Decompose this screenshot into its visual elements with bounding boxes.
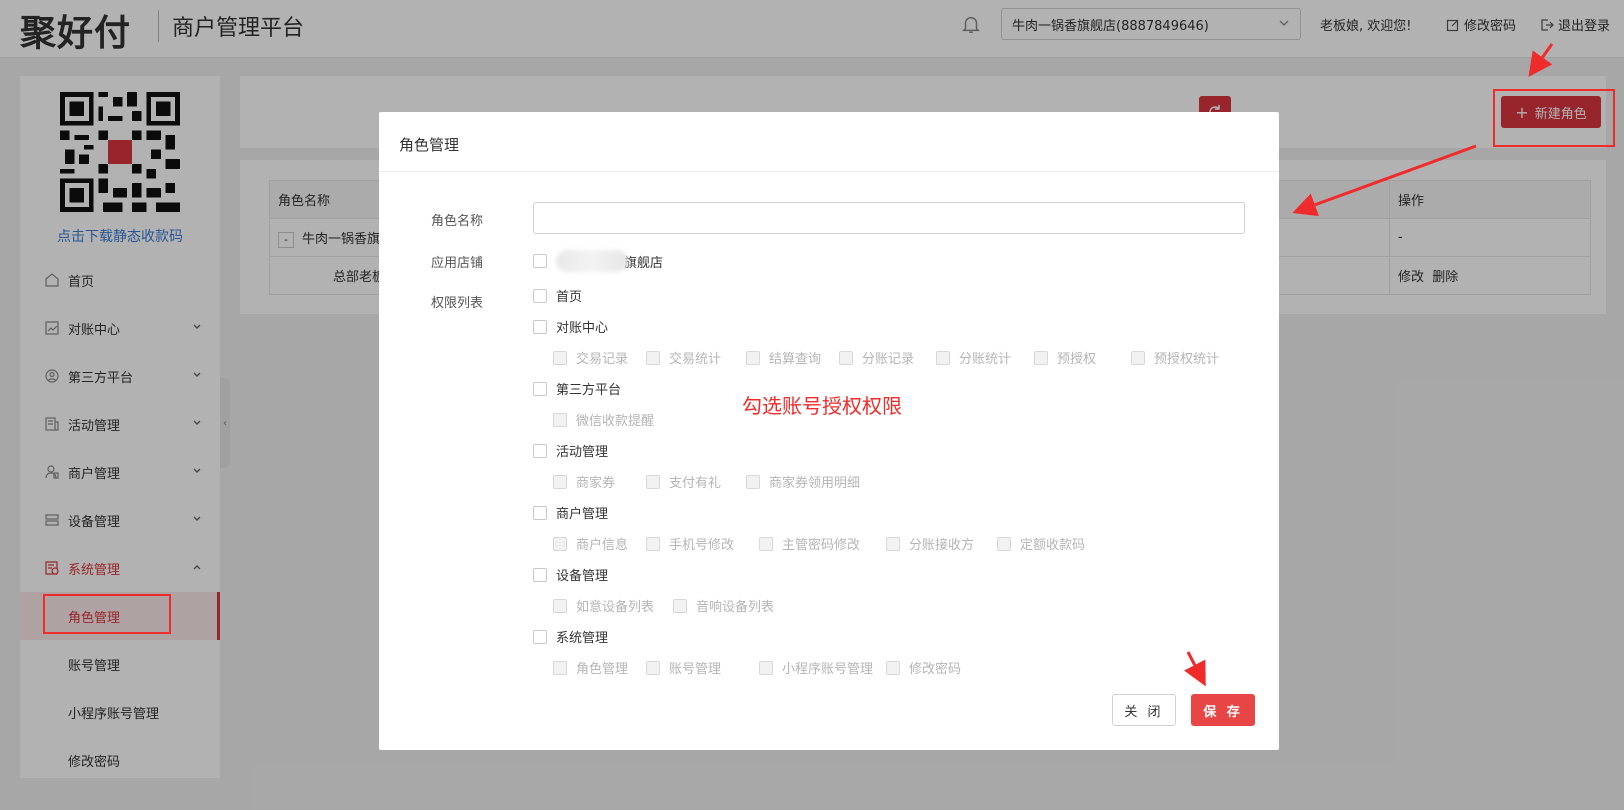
permission-item-checkbox[interactable]: 小程序账号管理 [759,658,873,677]
permission-item-checkbox[interactable]: 角色管理 [553,658,628,677]
checkbox[interactable] [533,381,547,396]
permission-item-checkbox[interactable]: 交易统计 [646,348,721,367]
checkbox[interactable] [533,288,547,303]
checkbox[interactable] [746,350,760,365]
permission-item-checkbox[interactable]: 定额收款码 [997,534,1085,553]
permission-item-checkbox[interactable]: 分账接收方 [886,534,974,553]
store-label: 应用店铺 [431,256,484,271]
permission-item-checkbox[interactable]: 修改密码 [886,658,961,677]
permission-item-checkbox[interactable]: 微信收款提醒 [553,410,654,429]
permission-item-checkbox[interactable]: 支付有礼 [646,472,721,491]
checkbox[interactable] [533,319,547,334]
checkbox[interactable] [759,660,773,675]
checkbox[interactable] [553,350,567,365]
checkbox[interactable] [553,598,567,613]
annotation-box-new-role [1493,89,1615,147]
checkbox[interactable] [533,567,547,582]
checkbox[interactable] [646,474,660,489]
permission-group-checkbox[interactable]: 第三方平台 [533,379,621,398]
permission-item-checkbox[interactable]: 结算查询 [746,348,821,367]
role-management-dialog: 角色管理 角色名称 应用店铺 权限列表 旗舰店首页对账中心交易记录 交易统计 结算查… [379,112,1279,750]
permission-item-checkbox[interactable]: 音响设备列表 [673,596,774,615]
permission-group-checkbox[interactable]: 商户管理 [533,503,608,522]
permission-group-checkbox[interactable]: 对账中心 [533,317,608,336]
dialog-divider [379,171,1279,172]
permission-item-checkbox[interactable]: 手机号修改 [646,534,734,553]
permission-item-checkbox[interactable]: 如意设备列表 [553,596,654,615]
role-name-label: 角色名称 [431,214,484,229]
checkbox[interactable] [673,598,687,613]
checkbox[interactable] [746,474,760,489]
checkbox[interactable] [646,536,660,551]
checkbox[interactable] [553,660,567,675]
permission-item-checkbox[interactable]: 商家券 [553,472,615,491]
checkbox[interactable] [553,536,567,551]
permission-item-checkbox[interactable]: 商户信息 [553,534,628,553]
checkbox[interactable] [646,660,660,675]
checkbox[interactable] [886,536,900,551]
permission-group-checkbox[interactable]: 首页 [533,286,582,305]
permission-list-label: 权限列表 [431,296,484,311]
save-button[interactable]: 保 存 [1191,694,1255,726]
redacted-store-name [556,250,628,272]
checkbox[interactable] [533,629,547,644]
checkbox[interactable] [997,536,1011,551]
checkbox[interactable] [553,474,567,489]
checkbox[interactable] [533,505,547,520]
permission-item-checkbox[interactable]: 预授权统计 [1131,348,1219,367]
permission-item-checkbox[interactable]: 分账记录 [839,348,914,367]
permission-group-checkbox[interactable]: 设备管理 [533,565,608,584]
checkbox[interactable] [759,536,773,551]
checkbox[interactable] [646,350,660,365]
checkbox[interactable] [533,443,547,458]
checkbox[interactable] [553,412,567,427]
permission-item-checkbox[interactable]: 分账统计 [936,348,1011,367]
permission-group-checkbox[interactable]: 系统管理 [533,627,608,646]
permission-item-checkbox[interactable]: 交易记录 [553,348,628,367]
checkbox[interactable] [533,254,547,268]
checkbox[interactable] [1034,350,1048,365]
annotation-box-role-menu [43,594,171,634]
store-option-checkbox[interactable]: 旗舰店 [533,250,663,272]
close-button[interactable]: 关 闭 [1112,694,1176,726]
permission-item-checkbox[interactable]: 账号管理 [646,658,721,677]
checkbox[interactable] [1131,350,1145,365]
permission-group-checkbox[interactable]: 活动管理 [533,441,608,460]
checkbox[interactable] [839,350,853,365]
permission-item-checkbox[interactable]: 预授权 [1034,348,1096,367]
annotation-text: 勾选账号授权权限 [742,394,902,418]
role-name-input[interactable] [533,202,1245,234]
permission-item-checkbox[interactable]: 商家券领用明细 [746,472,860,491]
checkbox[interactable] [886,660,900,675]
checkbox[interactable] [936,350,950,365]
permission-item-checkbox[interactable]: 主管密码修改 [759,534,860,553]
dialog-title: 角色管理 [399,136,460,154]
